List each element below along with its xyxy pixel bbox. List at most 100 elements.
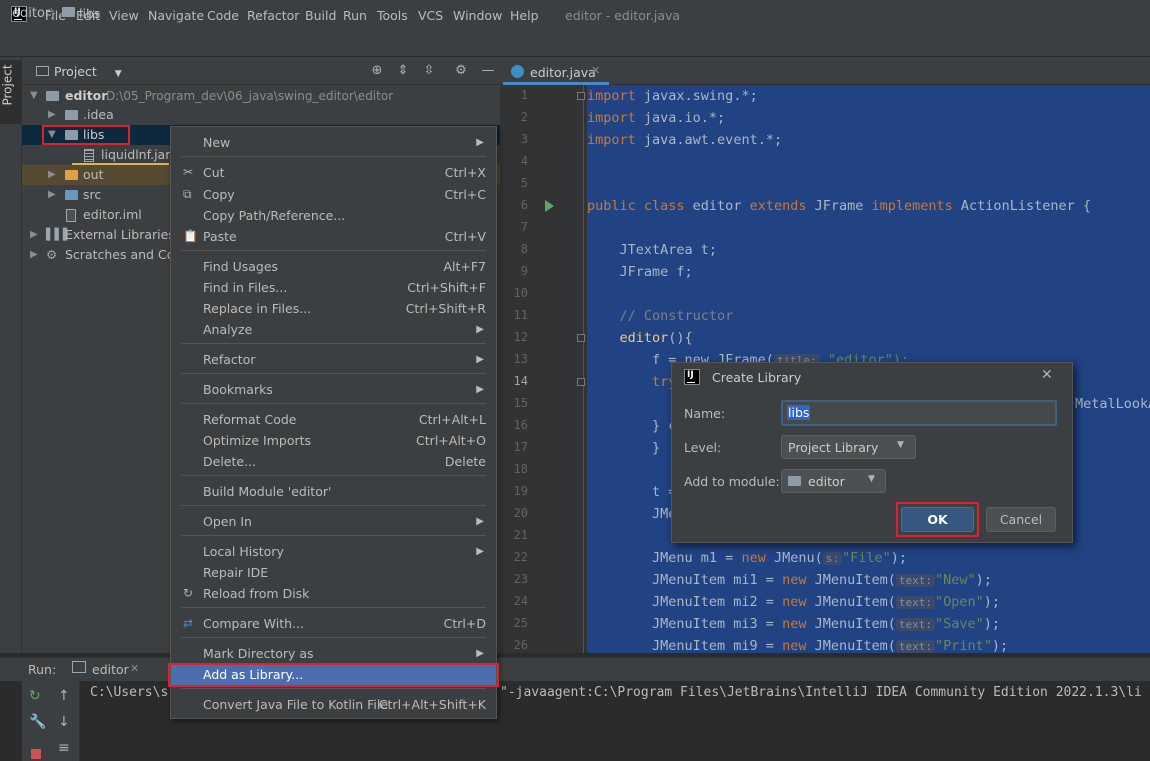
hide-icon[interactable]: — (480, 63, 496, 79)
run-icon[interactable] (545, 200, 554, 212)
window-title: editor - editor.java (565, 8, 681, 23)
code-line-12: editor(){ (587, 330, 693, 346)
run-tab[interactable]: editor (92, 662, 129, 677)
ctx-mark-directory[interactable]: Mark Directory as ▶ (171, 643, 496, 664)
arrow-up-icon[interactable]: ↑ (58, 688, 70, 704)
code-line-1: import javax.swing.*; (587, 88, 758, 104)
menu-refactor[interactable]: Refactor (247, 8, 299, 23)
close-icon[interactable]: ✕ (1041, 367, 1053, 383)
line-number: 9 (520, 264, 528, 278)
tree-row-idea[interactable]: ▶ .idea (22, 105, 500, 125)
ctx-analyze[interactable]: Analyze ▶ (171, 319, 496, 340)
code-line-15: MetalLookA (1075, 396, 1150, 412)
scratches-icon: ⚙ (46, 247, 58, 262)
ctx-cut[interactable]: ✂ Cut Ctrl+X (171, 162, 496, 183)
collapse-all-icon[interactable]: ⇳ (421, 63, 437, 79)
ctx-build-module[interactable]: Build Module 'editor' (171, 481, 496, 502)
line-number: 5 (520, 176, 528, 190)
project-tool-tab-label: Project (0, 64, 15, 106)
ctx-compare[interactable]: ⇄ Compare With... Ctrl+D (171, 613, 496, 634)
fold-marker-icon[interactable] (577, 378, 585, 386)
chevron-right-icon[interactable]: ▶ (30, 225, 38, 245)
ctx-optimize-imports[interactable]: Optimize Imports Ctrl+Alt+O (171, 430, 496, 451)
ctx-replace-in-files[interactable]: Replace in Files... Ctrl+Shift+R (171, 298, 496, 319)
chevron-down-icon[interactable]: ▼ (30, 86, 38, 106)
java-class-icon (511, 65, 524, 78)
close-icon[interactable]: ✕ (130, 662, 139, 675)
code-line-17: } (587, 440, 661, 456)
chevron-right-icon: ▶ (476, 516, 484, 527)
module-file-icon (66, 209, 76, 222)
fold-marker-icon[interactable] (577, 334, 585, 342)
ctx-find-usages[interactable]: Find Usages Alt+F7 (171, 256, 496, 277)
code-line-23: JMenuItem mi1 = new JMenuItem(text: "New"… (587, 572, 992, 588)
chevron-right-icon[interactable]: ▶ (48, 185, 56, 205)
gear-icon[interactable]: ⚙ (453, 63, 469, 79)
ctx-copy[interactable]: ⧉ Copy Ctrl+C (171, 184, 496, 205)
menu-vcs[interactable]: VCS (418, 8, 443, 23)
soft-wrap-icon[interactable]: ≡ (58, 740, 70, 756)
ctx-paste[interactable]: 📋 Paste Ctrl+V (171, 226, 496, 247)
menu-build[interactable]: Build (305, 8, 336, 23)
fold-marker-icon[interactable] (577, 92, 585, 100)
project-view-selector[interactable]: Project ▼ (54, 64, 122, 79)
level-label: Level: (684, 440, 722, 455)
line-number: 12 (513, 330, 528, 344)
code-line-2: import java.io.*; (587, 110, 726, 126)
ctx-find-in-files[interactable]: Find in Files... Ctrl+Shift+F (171, 277, 496, 298)
tree-root-path: D:\05_Program_dev\06_java\swing_editor\e… (106, 89, 394, 103)
menu-code[interactable]: Code (207, 8, 239, 23)
breadcrumb-project[interactable]: editor (12, 6, 50, 21)
ctx-reload[interactable]: ↻ Reload from Disk (171, 583, 496, 604)
breadcrumb-libs[interactable]: libs (79, 6, 100, 21)
line-number: 13 (513, 352, 528, 366)
arrow-down-icon[interactable]: ↓ (58, 714, 70, 730)
module-folder-icon (46, 91, 59, 101)
cancel-button[interactable]: Cancel (986, 507, 1056, 532)
ok-button[interactable]: OK (901, 507, 974, 532)
module-value: editor (808, 474, 845, 489)
chevron-right-icon[interactable]: ▶ (48, 165, 56, 185)
left-tool-strip (0, 57, 22, 653)
ctx-refactor[interactable]: Refactor ▶ (171, 349, 496, 370)
chevron-right-icon: ▶ (476, 546, 484, 557)
wrench-icon[interactable]: 🔧 (29, 714, 46, 730)
ctx-new[interactable]: New ▶ (171, 132, 496, 153)
menu-navigate[interactable]: Navigate (148, 8, 204, 23)
menu-window[interactable]: Window (453, 8, 502, 23)
ctx-reformat[interactable]: Reformat Code Ctrl+Alt+L (171, 409, 496, 430)
stop-icon[interactable] (31, 749, 41, 759)
expand-all-icon[interactable]: ⇕ (395, 63, 411, 79)
paste-icon: 📋 (183, 229, 198, 243)
line-number: 25 (513, 616, 528, 630)
close-icon[interactable]: ✕ (591, 64, 600, 77)
code-line-22: JMenu m1 = new JMenu(s: "File"); (587, 550, 908, 566)
code-line-25: JMenuItem mi3 = new JMenuItem(text: "Save… (587, 616, 1001, 632)
ctx-bookmarks[interactable]: Bookmarks ▶ (171, 379, 496, 400)
ctx-repair-ide[interactable]: Repair IDE (171, 562, 496, 583)
line-number: 20 (513, 506, 528, 520)
chevron-right-icon[interactable]: ▶ (48, 105, 56, 125)
ctx-convert-kotlin[interactable]: Convert Java File to Kotlin File Ctrl+Alt… (171, 694, 496, 715)
ctx-local-history[interactable]: Local History ▶ (171, 541, 496, 562)
menu-tools[interactable]: Tools (377, 8, 408, 23)
code-line-24: JMenuItem mi2 = new JMenuItem(text: "Open… (587, 594, 1001, 610)
compare-icon: ⇄ (183, 616, 194, 630)
rerun-icon[interactable]: ↻ (29, 688, 41, 704)
menu-run[interactable]: Run (343, 8, 367, 23)
scissors-icon: ✂ (183, 165, 194, 179)
ctx-copy-path[interactable]: Copy Path/Reference... (171, 205, 496, 226)
line-number: 24 (513, 594, 528, 608)
ctx-open-in[interactable]: Open In ▶ (171, 511, 496, 532)
locate-icon[interactable]: ⊕ (369, 63, 385, 79)
menu-view[interactable]: View (109, 8, 139, 23)
tree-label: liquidlnf.jar (101, 147, 171, 162)
editor-tab-label: editor.java (530, 65, 596, 80)
code-line-14: try (587, 374, 677, 390)
menu-separator (181, 156, 486, 157)
menu-help[interactable]: Help (510, 8, 539, 23)
chevron-right-icon[interactable]: ▶ (30, 245, 38, 265)
library-name-input[interactable] (781, 400, 1057, 426)
tree-row-root[interactable]: ▼ editor D:\05_Program_dev\06_java\swing… (22, 86, 500, 106)
ctx-delete[interactable]: Delete... Delete (171, 451, 496, 472)
